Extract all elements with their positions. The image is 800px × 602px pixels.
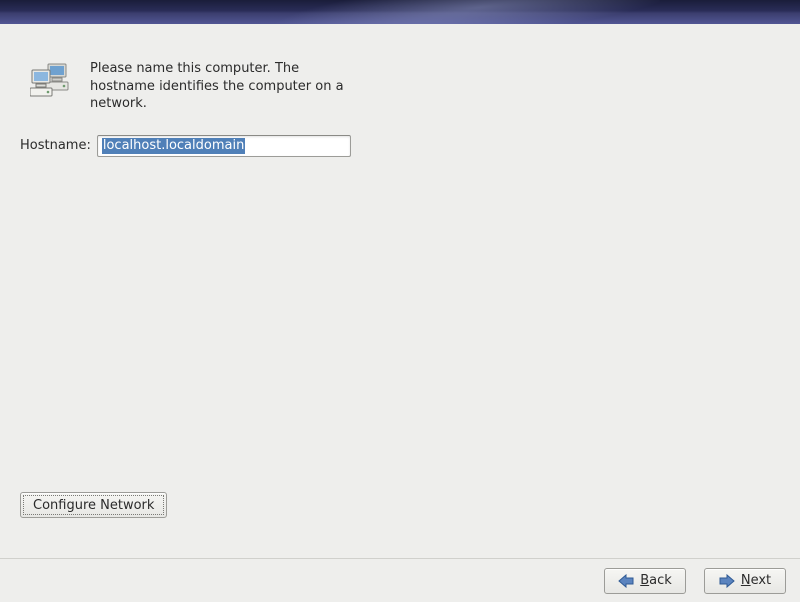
configure-network-label: Configure Network (33, 498, 154, 513)
configure-network-button[interactable]: Configure Network (20, 492, 167, 518)
back-label: Back (640, 573, 672, 588)
next-button[interactable]: Next (704, 568, 786, 594)
intro-block: Please name this computer. The hostname … (20, 60, 780, 113)
header-banner (0, 0, 800, 24)
hostname-row: Hostname: localhost.localdomain (20, 135, 780, 157)
arrow-right-icon (719, 574, 735, 588)
arrow-left-icon (618, 574, 634, 588)
next-label: Next (741, 573, 771, 588)
hostname-value-selected: localhost.localdomain (102, 138, 245, 154)
hostname-input[interactable]: localhost.localdomain (97, 135, 351, 157)
configure-network-wrap: Configure Network (20, 492, 167, 518)
hostname-label: Hostname: (20, 138, 91, 153)
intro-text: Please name this computer. The hostname … (90, 60, 360, 113)
back-button[interactable]: Back (604, 568, 686, 594)
footer-bar: Back Next (0, 558, 800, 602)
content-area: Please name this computer. The hostname … (0, 24, 800, 558)
computers-icon (30, 62, 76, 100)
installer-window: Please name this computer. The hostname … (0, 0, 800, 602)
